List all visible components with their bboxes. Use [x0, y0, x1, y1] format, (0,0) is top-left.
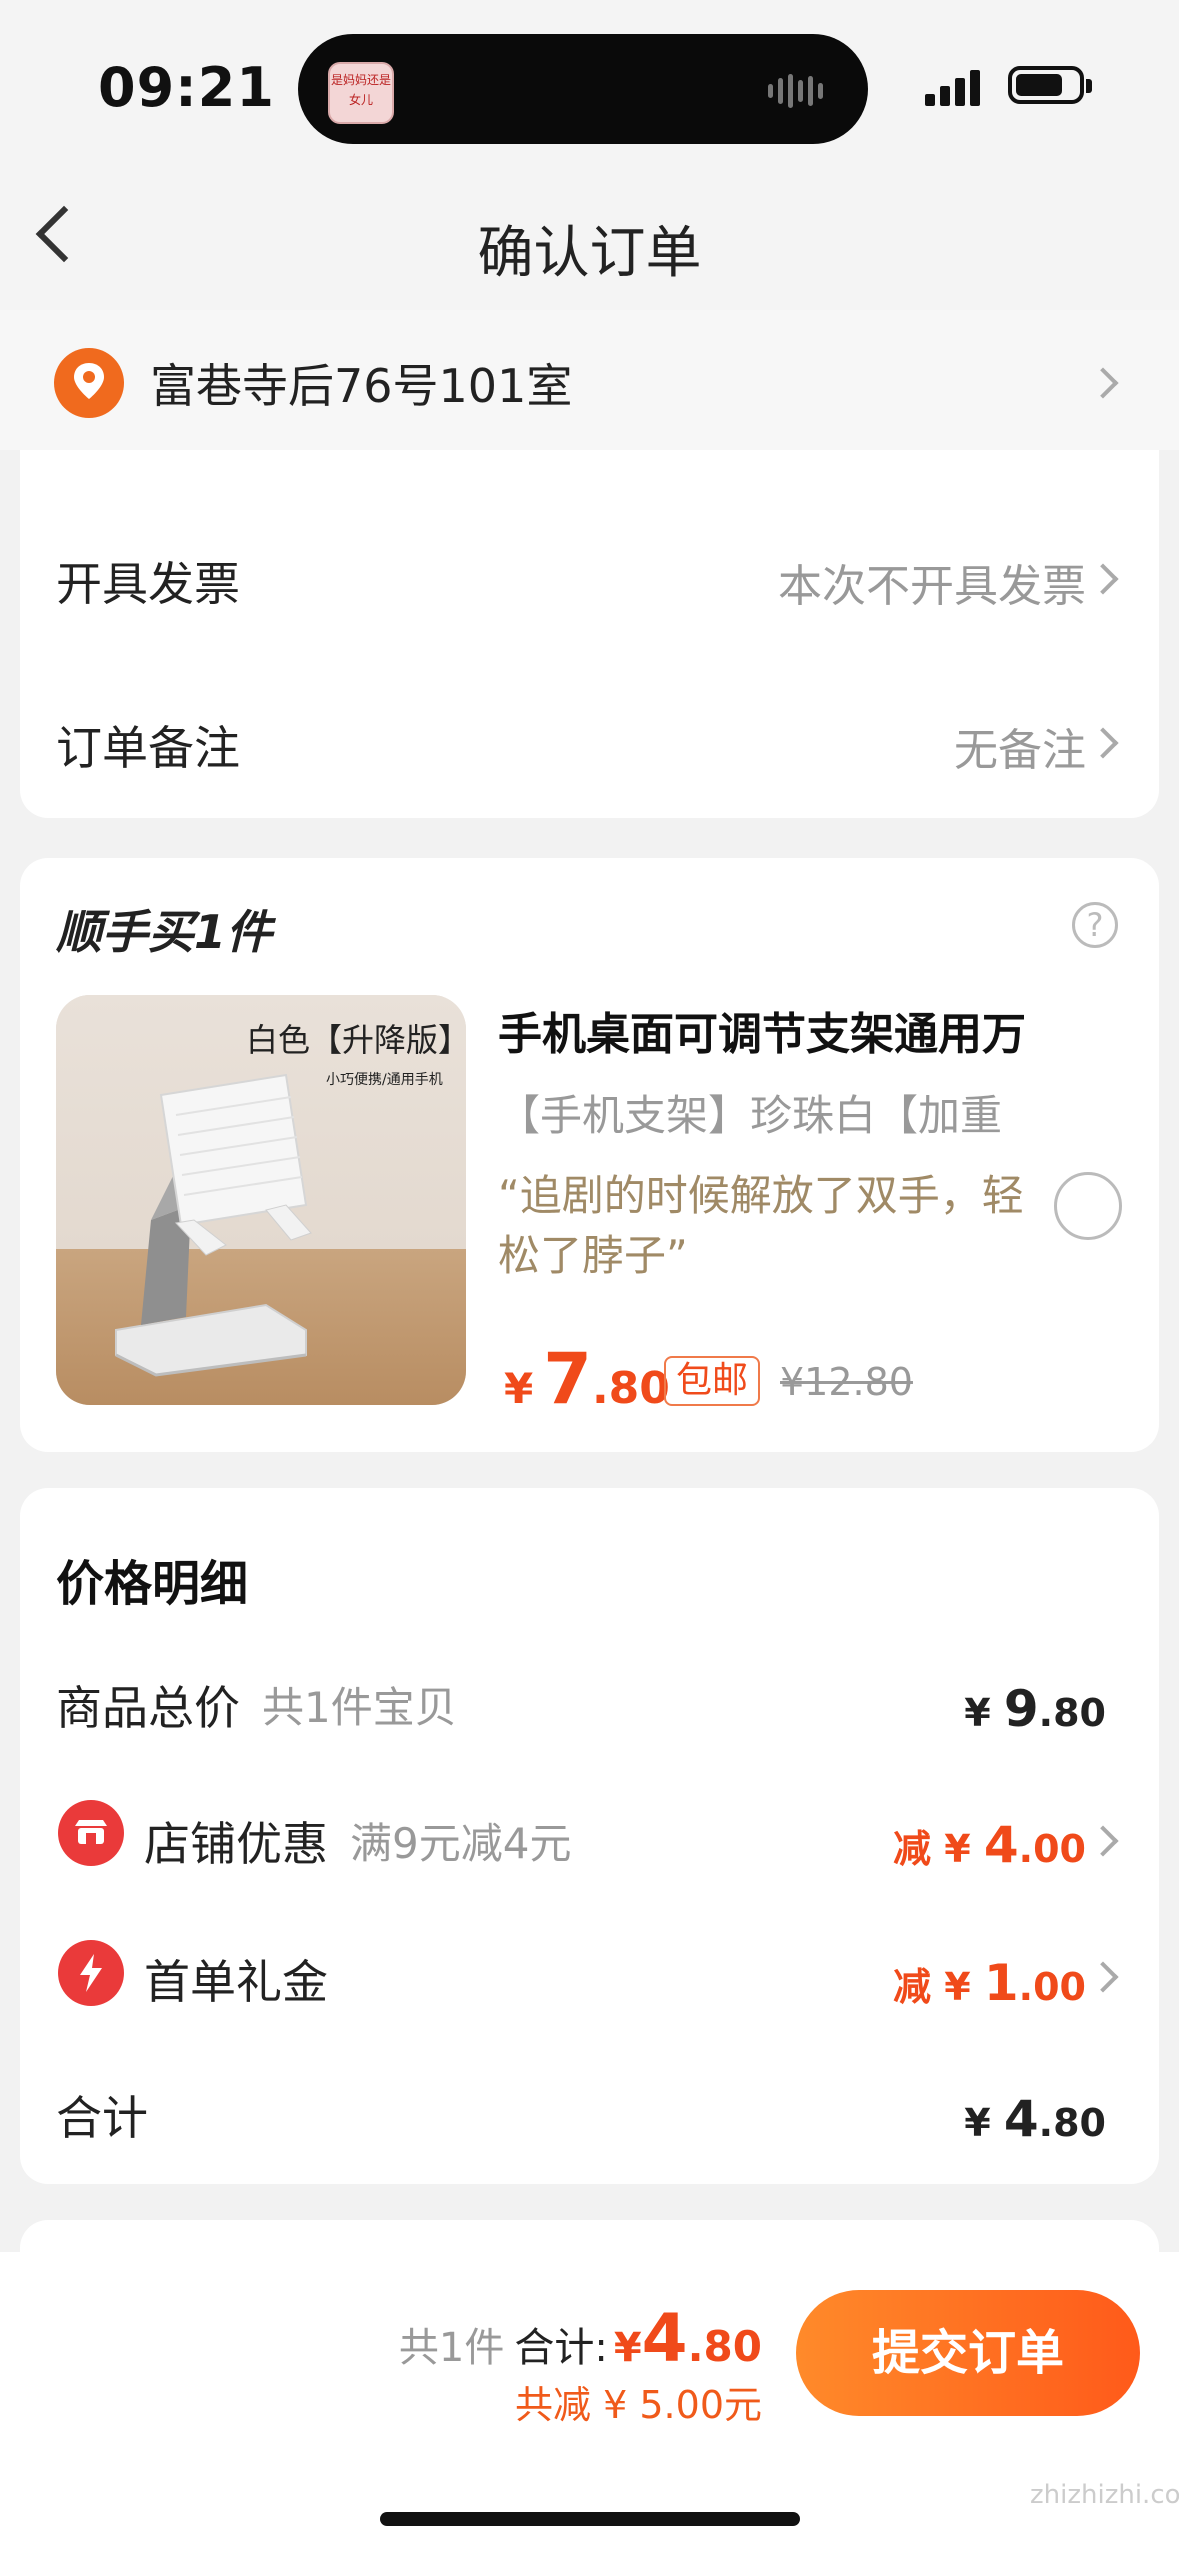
addon-select-radio[interactable]	[1054, 1172, 1122, 1240]
total-goods-amount: ¥ 9.80	[964, 1680, 1106, 1738]
first-order-bonus-icon	[58, 1940, 124, 2006]
free-shipping-badge: 包邮	[664, 1356, 761, 1406]
sum-label: 合计	[56, 2091, 148, 2145]
battery-tip	[1086, 79, 1092, 93]
product-review-quote: “追剧的时候解放了双手，轻松了脖子”	[498, 1171, 1024, 1280]
addon-title: 顺手买1件	[56, 905, 273, 959]
bottom-total-label: 合计:	[514, 2325, 608, 2371]
home-indicator[interactable]	[380, 2512, 800, 2526]
bottom-total-int: 4	[641, 2300, 688, 2377]
shop-discount-label: 店铺优惠	[144, 1817, 328, 1871]
product-image[interactable]: 白色【升降版】 小巧便携/通用手机	[56, 995, 466, 1405]
bottom-total: 共1件 合计: ¥ 4 .80	[390, 2300, 762, 2377]
price-integer: 7	[543, 1338, 592, 1420]
sum-amount: ¥ 4.80	[964, 2090, 1106, 2148]
remark-label: 订单备注	[56, 721, 240, 775]
bottom-total-dec: .80	[687, 2322, 762, 2371]
total-goods-sub: 共1件宝贝	[262, 1683, 457, 1732]
phone-stand-illustration	[115, 1073, 312, 1377]
total-goods-label: 商品总价	[56, 1681, 240, 1735]
addon-price: ¥ 7 .80	[504, 1338, 670, 1420]
shop-coupon-icon	[58, 1800, 124, 1866]
bottom-saved: 共减 ¥ 5.00元	[515, 2383, 762, 2427]
audio-wave-icon	[768, 74, 823, 108]
price-decimal: .80	[591, 1363, 670, 1414]
first-order-bonus-amount[interactable]: 减 ¥ 1.00	[780, 1954, 1086, 2012]
product-spec: 【手机支架】珍珠白【加重	[498, 1091, 1003, 1140]
original-price: ¥12.80	[780, 1360, 913, 1404]
invoice-value[interactable]: 本次不开具发票	[600, 550, 1086, 614]
price-detail-title: 价格明细	[56, 1556, 249, 1612]
invoice-label: 开具发票	[56, 557, 240, 611]
signal-icon	[925, 66, 980, 106]
bottom-count: 共1件	[398, 2325, 505, 2371]
battery-icon	[1008, 66, 1084, 104]
location-pin-icon	[54, 348, 124, 418]
now-playing-thumbnail: 是妈妈还是女儿	[328, 62, 394, 124]
address-text: 富巷寺后76号101室	[150, 359, 573, 413]
first-order-bonus-label: 首单礼金	[144, 1955, 328, 2009]
product-name[interactable]: 手机桌面可调节支架通用万	[498, 998, 1026, 1062]
price-symbol: ¥	[504, 1364, 534, 1413]
remark-value[interactable]: 无备注	[700, 714, 1086, 778]
watermark: zhizhizhi.com	[1030, 2480, 1179, 2510]
shop-discount-amount[interactable]: 减 ¥ 4.00	[780, 1816, 1086, 1874]
submit-order-button[interactable]: 提交订单	[796, 2290, 1140, 2416]
dynamic-island[interactable]: 是妈妈还是女儿	[298, 34, 868, 144]
shop-discount-sub: 满9元减4元	[350, 1819, 572, 1868]
status-time: 09:21	[98, 56, 275, 119]
bottom-total-symbol: ¥	[613, 2325, 642, 2371]
page-title: 确认订单	[477, 221, 702, 286]
help-icon[interactable]: ?	[1072, 902, 1118, 948]
